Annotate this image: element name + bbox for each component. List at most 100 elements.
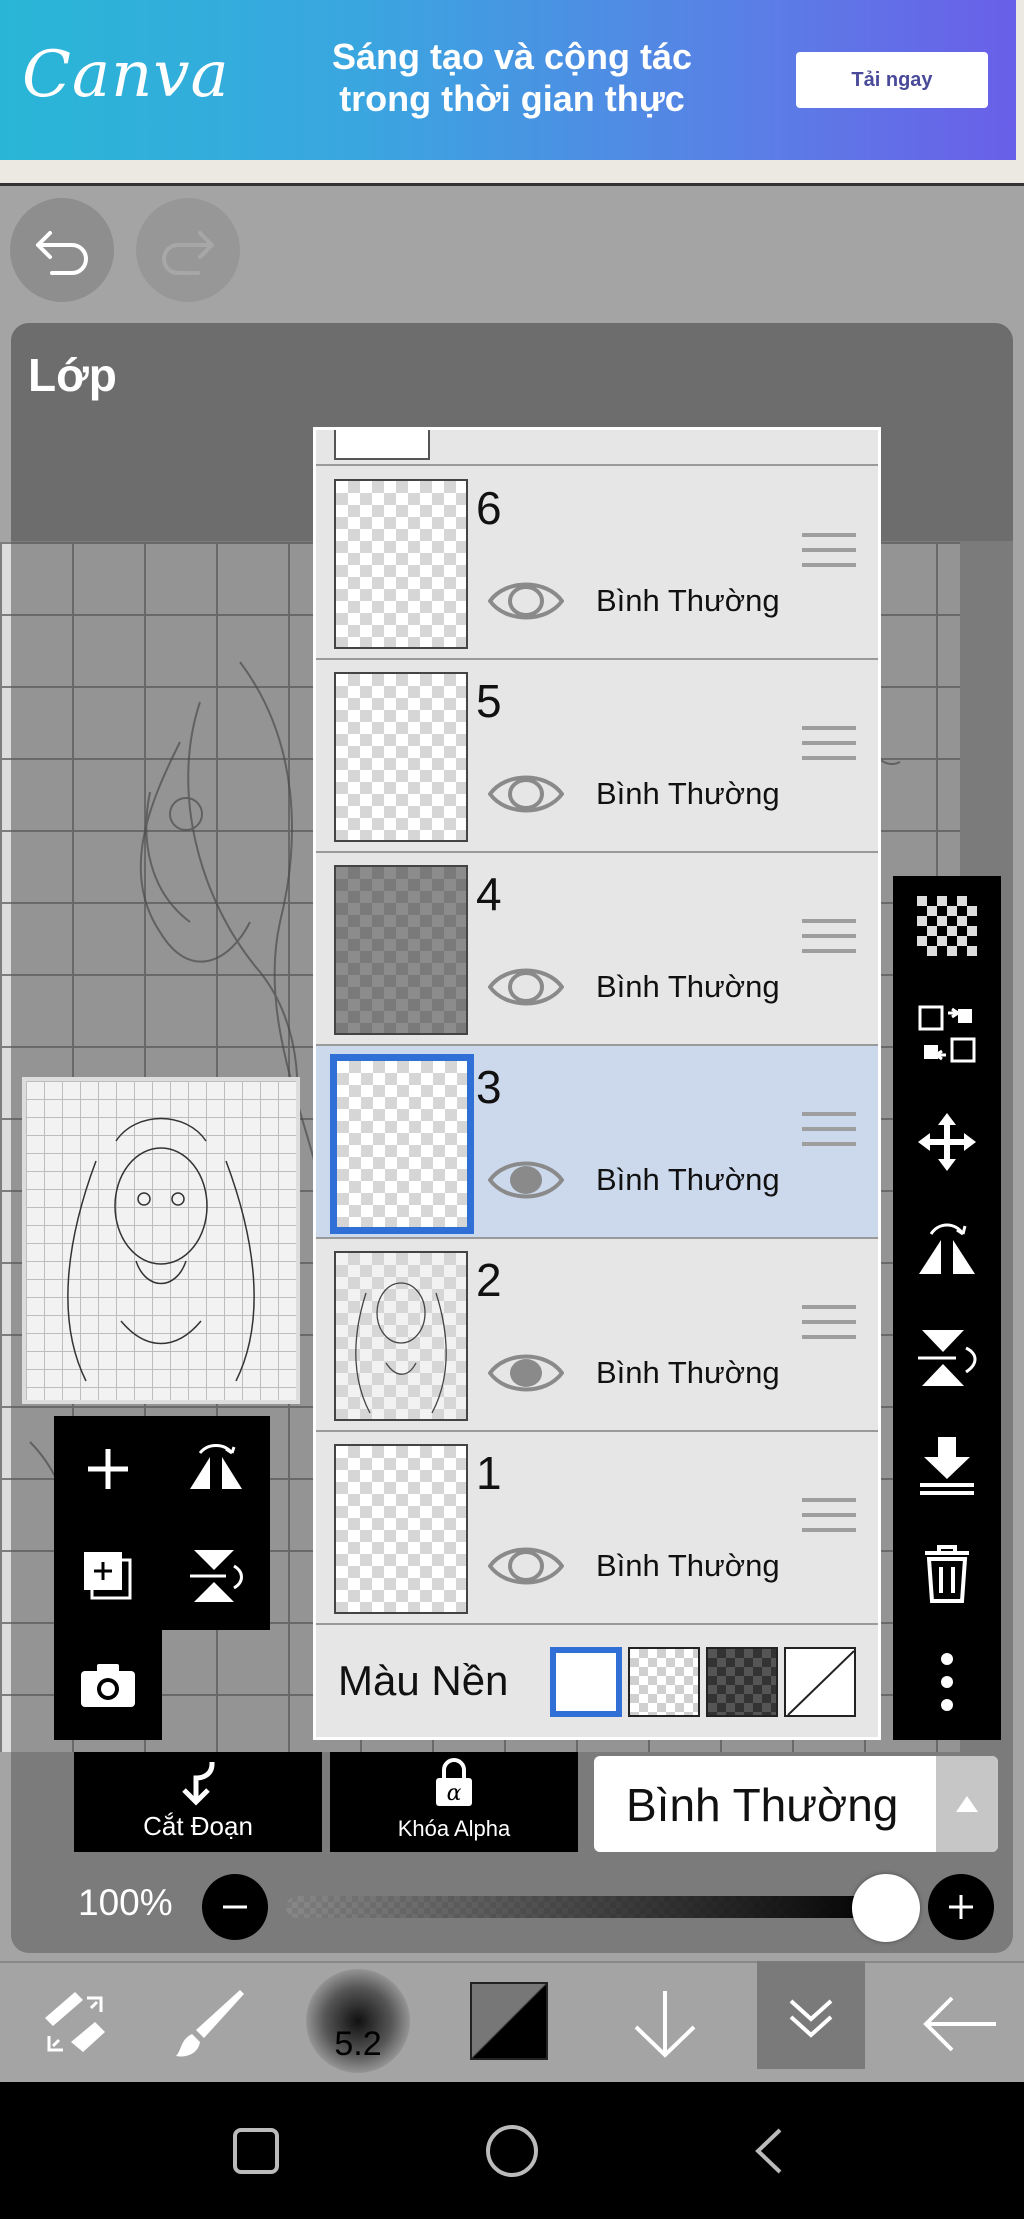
layer-number: 3 <box>476 1061 502 1113</box>
plus-icon <box>88 1448 128 1489</box>
right-layer-toolbar <box>893 876 1001 1740</box>
drag-handle-icon[interactable] <box>802 1498 856 1543</box>
layer-blend-mode: Bình Thường <box>596 776 780 811</box>
clipping-button[interactable]: Cắt Đoạn <box>74 1752 322 1852</box>
drag-handle-icon[interactable] <box>802 1112 856 1157</box>
redo-icon <box>162 231 214 275</box>
add-layer-button[interactable] <box>54 1416 162 1521</box>
select-layer-content-button[interactable] <box>893 984 1001 1084</box>
bg-white-swatch[interactable] <box>550 1647 622 1717</box>
merge-down-icon <box>920 1437 974 1495</box>
flip-vertical-icon <box>918 1330 977 1386</box>
eye-icon[interactable] <box>488 961 564 1013</box>
layer-thumbnail <box>334 672 468 842</box>
eye-icon[interactable] <box>488 1540 564 1592</box>
bg-dark-checker-swatch[interactable] <box>706 1647 778 1717</box>
redo-button[interactable] <box>136 198 240 302</box>
layer-thumbnail <box>334 430 430 460</box>
layers-list[interactable]: 6 Bình Thường 5 Bình Thường 4 Bình Thườn… <box>313 427 881 1740</box>
camera-icon <box>81 1663 135 1707</box>
drag-handle-icon[interactable] <box>802 1305 856 1350</box>
opacity-increase-button[interactable] <box>928 1874 994 1940</box>
transparency-checker-button[interactable] <box>893 876 1001 976</box>
eye-icon[interactable] <box>488 1347 564 1399</box>
layer-panel-toggle-button[interactable] <box>757 1961 865 2069</box>
move-icon <box>918 1113 976 1171</box>
flip-horizontal-button[interactable] <box>162 1416 270 1521</box>
undo-button[interactable] <box>10 198 114 302</box>
flip-horizontal-icon <box>919 1223 975 1274</box>
color-swatch-button[interactable] <box>470 1982 548 2060</box>
layer-row-4[interactable]: 4 Bình Thường <box>316 853 878 1046</box>
move-down-button[interactable] <box>590 1963 740 2084</box>
ad-logo: Canva <box>22 38 230 112</box>
arrow-left-icon <box>923 1996 996 2051</box>
home-button[interactable] <box>452 2082 572 2219</box>
checkerboard-icon <box>917 896 977 956</box>
eye-icon[interactable] <box>488 1154 564 1206</box>
layer-number: 1 <box>476 1447 502 1499</box>
brush-tool-button[interactable] <box>135 1963 285 2084</box>
alpha-lock-button[interactable]: α Khóa Alpha <box>330 1752 578 1852</box>
recents-button[interactable] <box>196 2082 316 2219</box>
eye-icon[interactable] <box>488 575 564 627</box>
background-label: Màu Nền <box>338 1657 509 1704</box>
ad-headline-line1: Sáng tạo và cộng tác <box>331 36 693 77</box>
ad-cta-button[interactable]: Tải ngay <box>796 52 988 108</box>
slash-icon <box>787 1650 854 1715</box>
layer-row-3[interactable]: 3 Bình Thường <box>316 1046 878 1239</box>
swap-layers-icon <box>918 1005 976 1063</box>
more-options-button[interactable] <box>893 1632 1001 1732</box>
merge-down-button[interactable] <box>893 1416 1001 1516</box>
move-button[interactable] <box>893 1092 1001 1192</box>
left-layer-tools-2 <box>54 1630 162 1740</box>
clipping-arrow-icon <box>182 1762 215 1806</box>
drag-handle-icon[interactable] <box>802 726 856 771</box>
opacity-decrease-button[interactable] <box>202 1874 268 1940</box>
transform-tool-icon <box>45 1991 105 2052</box>
opacity-value: 100% <box>78 1882 173 1923</box>
delete-layer-button[interactable] <box>893 1524 1001 1624</box>
home-icon <box>486 2124 538 2177</box>
layer-row-6[interactable]: 6 Bình Thường <box>316 467 878 660</box>
trash-icon <box>925 1545 969 1603</box>
back-button[interactable] <box>885 1963 1024 2084</box>
layer-number: 4 <box>476 868 502 920</box>
opacity-slider[interactable] <box>286 1896 892 1918</box>
chevron-left-icon <box>755 2128 782 2173</box>
svg-text:α: α <box>447 1781 462 1806</box>
flip-vertical-button[interactable] <box>162 1523 270 1628</box>
background-color-row: Màu Nền <box>316 1627 878 1737</box>
layer-row-1[interactable]: 1 Bình Thường <box>316 1432 878 1625</box>
bg-transparent-swatch[interactable] <box>628 1647 700 1717</box>
ad-banner[interactable]: Canva Sáng tạo và cộng tác trong thời gi… <box>0 0 1024 160</box>
camera-button[interactable] <box>54 1632 162 1737</box>
blend-mode-select[interactable]: Bình Thường <box>594 1756 998 1852</box>
brush-size-button[interactable]: 5.2 <box>306 1969 410 2073</box>
panel-title: Lớp <box>28 349 117 401</box>
layer-row-2[interactable]: 2 Bình Thường <box>316 1239 878 1432</box>
layer-partial-7[interactable] <box>316 430 878 466</box>
blend-mode-value: Bình Thường <box>626 1779 899 1831</box>
eye-icon[interactable] <box>488 768 564 820</box>
system-back-button[interactable] <box>708 2082 828 2219</box>
arrow-down-icon <box>634 1990 696 2058</box>
drag-handle-icon[interactable] <box>802 919 856 964</box>
plus-icon <box>949 1895 973 1919</box>
canvas-preview[interactable] <box>22 1077 300 1404</box>
layer-row-5[interactable]: 5 Bình Thường <box>316 660 878 853</box>
opacity-slider-thumb[interactable] <box>852 1874 920 1942</box>
duplicate-layer-button[interactable] <box>54 1523 162 1628</box>
flip-horizontal-button[interactable] <box>893 1200 1001 1300</box>
left-layer-tools <box>54 1416 270 1630</box>
layer-sketch-preview <box>355 1282 447 1414</box>
ad-headline-line2: trong thời gian thực <box>339 78 685 119</box>
drag-handle-icon[interactable] <box>802 533 856 578</box>
transform-tool-button[interactable] <box>0 1963 150 2084</box>
flip-vertical-button[interactable] <box>893 1308 1001 1408</box>
clipping-label: Cắt Đoạn <box>143 1811 253 1841</box>
duplicate-icon <box>84 1551 132 1599</box>
undo-icon <box>36 231 88 275</box>
dropdown-arrow-icon[interactable] <box>936 1756 998 1852</box>
bg-none-swatch[interactable] <box>784 1647 856 1717</box>
